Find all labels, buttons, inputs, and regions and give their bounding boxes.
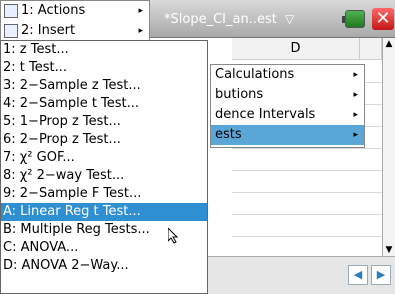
grid-line [232, 148, 382, 149]
submenu-arrow-icon: ▸ [353, 130, 358, 140]
submenu-item-confidence-intervals[interactable]: dence Intervals ▸ [211, 105, 364, 125]
document-tab-label: *Slope_CI_an..est [164, 12, 277, 27]
test-item-chi2-2way[interactable]: 8: χ² 2−way Test... [1, 167, 207, 185]
test-item-chi2-gof[interactable]: 7: χ² GOF... [1, 149, 207, 167]
column-header-e[interactable] [360, 38, 382, 60]
close-button[interactable]: ✕ [372, 8, 394, 30]
scroll-up-icon[interactable]: ▲ [383, 38, 395, 50]
test-item-2-sample-z[interactable]: 3: 2−Sample z Test... [1, 77, 207, 95]
submenu-item-distributions[interactable]: butions ▸ [211, 85, 364, 105]
mouse-pointer-icon [167, 226, 180, 244]
actions-icon [4, 4, 18, 18]
submenu-arrow-icon: ▸ [138, 26, 143, 36]
submenu-item-label: dence Intervals [215, 107, 316, 122]
previous-page-icon[interactable]: ◀ [348, 265, 368, 285]
insert-icon [4, 24, 18, 38]
submenu-item-label: ests [215, 127, 242, 142]
next-page-icon[interactable]: ▶ [371, 265, 391, 285]
submenu-arrow-icon: ▸ [353, 90, 358, 100]
statistics-submenu: Calculations ▸ butions ▸ dence Intervals… [210, 64, 365, 148]
test-item-t-test[interactable]: 2: t Test... [1, 59, 207, 77]
submenu-item-label: butions [215, 87, 264, 102]
main-menu: 1: Actions ▸ 2: Insert ▸ [0, 0, 150, 42]
battery-icon [342, 10, 365, 28]
submenu-arrow-icon: ▸ [353, 70, 358, 80]
test-item-1-prop-z[interactable]: 5: 1−Prop z Test... [1, 113, 207, 131]
submenu-arrow-icon: ▸ [138, 6, 143, 16]
submenu-item-calculations[interactable]: Calculations ▸ [211, 65, 364, 85]
test-item-anova-2way[interactable]: D: ANOVA 2−Way... [1, 257, 207, 275]
test-item-z-test[interactable]: 1: z Test... [1, 41, 207, 59]
document-tab[interactable]: *Slope_CI_an..est ▽ [150, 6, 340, 36]
scroll-down-icon[interactable]: ▼ [383, 244, 395, 256]
column-header-d[interactable]: D [232, 38, 360, 60]
grid-line [232, 170, 382, 171]
stat-tests-submenu: 1: z Test... 2: t Test... 3: 2−Sample z … [0, 40, 208, 294]
grid-line [232, 236, 382, 237]
test-item-2-prop-z[interactable]: 6: 2−Prop z Test... [1, 131, 207, 149]
menu-item-actions[interactable]: 1: Actions ▸ [1, 1, 149, 21]
test-item-2-sample-t[interactable]: 4: 2−Sample t Test... [1, 95, 207, 113]
tab-dropdown-icon[interactable]: ▽ [285, 12, 294, 26]
submenu-item-stat-tests[interactable]: ests ▸ [211, 125, 364, 145]
menu-item-label: 1: Actions [21, 3, 86, 18]
menu-item-insert[interactable]: 2: Insert ▸ [1, 21, 149, 41]
grid-line [232, 192, 382, 193]
submenu-item-label: Calculations [215, 67, 295, 82]
menu-item-label: 2: Insert [21, 23, 76, 38]
test-item-linear-reg-t[interactable]: A: Linear Reg t Test... [1, 203, 207, 221]
grid-line [232, 214, 382, 215]
submenu-arrow-icon: ▸ [353, 110, 358, 120]
test-item-2-sample-f[interactable]: 9: 2−Sample F Test... [1, 185, 207, 203]
vertical-scrollbar[interactable]: ▲ ▼ [382, 38, 395, 256]
